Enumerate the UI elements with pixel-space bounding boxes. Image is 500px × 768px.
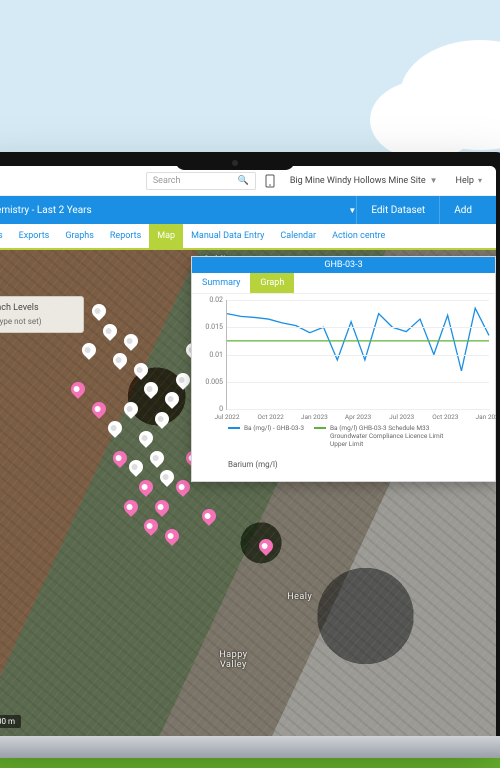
site-selected-label: Big Mine Windy Hollows Mine Site: [290, 176, 426, 186]
popup-tab-graph[interactable]: Graph: [250, 273, 294, 293]
x-tick: Apr 2023: [345, 413, 371, 421]
laptop-notch: [175, 152, 295, 170]
map-pin[interactable]: [131, 360, 151, 380]
x-tick: Oct 2023: [432, 413, 458, 421]
top-header: Search 🔍 Big Mine Windy Hollows Mine Sit…: [0, 166, 496, 196]
add-button[interactable]: Add: [439, 196, 486, 224]
legend-series-a: Ba (mg/l) - GHB-03-3: [244, 424, 304, 432]
map-pin[interactable]: [136, 428, 156, 448]
map-pin[interactable]: [68, 379, 88, 399]
help-label: Help: [456, 176, 474, 186]
tab-map[interactable]: Map: [149, 224, 183, 248]
chart-axis-label: Barium (mg/l): [198, 454, 489, 479]
map-pin[interactable]: [79, 340, 99, 360]
chevron-down-icon: ▼: [348, 206, 356, 215]
map-pin[interactable]: [89, 301, 109, 321]
y-tick: 0.005: [197, 378, 223, 386]
map-pin[interactable]: [162, 526, 182, 546]
map-pin[interactable]: [121, 399, 141, 419]
chart-series-line: [227, 308, 489, 371]
site-selector[interactable]: Big Mine Windy Hollows Mine Site ▼: [284, 173, 444, 189]
chevron-down-icon: ▾: [478, 176, 482, 185]
x-tick: Jan 2024: [476, 413, 496, 421]
map-label-healy: Healy: [287, 592, 312, 602]
popup-title: GHB-03-3: [192, 257, 495, 273]
legend-title: Breach Levels: [0, 303, 75, 313]
popup-tabs: Summary Graph: [192, 273, 495, 294]
chart-legend: Ba (mg/l) - GHB-03-3 Ba (mg/l) GHB-03-3 …: [198, 422, 489, 454]
tab-reports[interactable]: Reports: [102, 224, 149, 248]
app-screen: Search 🔍 Big Mine Windy Hollows Mine Sit…: [0, 166, 496, 738]
legend-series-b: Ba (mg/l) GHB-03-3 Schedule M33 Groundwa…: [330, 424, 454, 448]
tab-exports[interactable]: Exports: [11, 224, 58, 248]
x-tick: Jul 2022: [215, 413, 240, 421]
map-pin[interactable]: [142, 379, 162, 399]
tab-bles[interactable]: bles: [0, 224, 11, 248]
tab-action-centre[interactable]: Action centre: [324, 224, 393, 248]
x-tick: Jul 2023: [389, 413, 414, 421]
add-label: Add: [454, 205, 472, 216]
search-input[interactable]: Search 🔍: [146, 172, 256, 190]
view-tabs: blesExportsGraphsReportsMapManual Data E…: [0, 224, 496, 250]
map-pin[interactable]: [173, 370, 193, 390]
map-pin[interactable]: [121, 331, 141, 351]
popup-tab-summary[interactable]: Summary: [192, 273, 250, 293]
map-pin[interactable]: [152, 497, 172, 517]
tab-manual-data-entry[interactable]: Manual Data Entry: [183, 224, 272, 248]
map-pin[interactable]: [136, 477, 156, 497]
laptop-base: [0, 736, 500, 758]
map-pin[interactable]: [152, 409, 172, 429]
map-pin[interactable]: [147, 448, 167, 468]
map-pin[interactable]: [110, 350, 130, 370]
monitor-popup: GHB-03-3 Summary Graph 00.0050.010.0150.…: [191, 256, 496, 482]
help-menu[interactable]: Help ▾: [450, 173, 488, 189]
y-tick: 0.015: [197, 323, 223, 331]
mobile-icon[interactable]: [262, 173, 278, 189]
map-pin[interactable]: [100, 321, 120, 341]
legend-panel: Breach Levels type not set): [0, 296, 84, 333]
map-scale-bar: 1000 m: [0, 715, 21, 728]
map-pin[interactable]: [105, 419, 125, 439]
dataset-bar: Chemistry - Last 2 Years ▼ Edit Dataset …: [0, 196, 496, 224]
x-tick: Oct 2022: [258, 413, 284, 421]
map-pin[interactable]: [157, 467, 177, 487]
dataset-title: Chemistry - Last 2 Years: [0, 205, 92, 216]
map-pin[interactable]: [110, 448, 130, 468]
map-viewport[interactable]: Soldiers Healy Happy Valley Breach Level…: [0, 250, 496, 738]
map-pin[interactable]: [256, 536, 276, 556]
search-icon: 🔍: [238, 176, 249, 186]
map-pin[interactable]: [126, 458, 146, 478]
chevron-down-icon: ▼: [430, 176, 438, 185]
x-tick: Jan 2023: [301, 413, 328, 421]
tab-calendar[interactable]: Calendar: [272, 224, 324, 248]
edit-dataset-button[interactable]: Edit Dataset: [356, 196, 439, 224]
map-pin[interactable]: [121, 497, 141, 517]
y-tick: 0: [197, 405, 223, 413]
dataset-title-dropdown[interactable]: Chemistry - Last 2 Years ▼: [0, 205, 356, 216]
map-pin[interactable]: [173, 477, 193, 497]
legend-row-label: type not set): [0, 317, 41, 326]
search-placeholder: Search: [153, 176, 181, 186]
chart-plot-area: 00.0050.010.0150.02Jul 2022Oct 2022Jan 2…: [226, 300, 489, 410]
map-pin[interactable]: [142, 516, 162, 536]
laptop-frame: Search 🔍 Big Mine Windy Hollows Mine Sit…: [0, 152, 500, 738]
edit-dataset-label: Edit Dataset: [371, 205, 425, 216]
y-tick: 0.02: [197, 296, 223, 304]
map-pin[interactable]: [199, 506, 219, 526]
tab-graphs[interactable]: Graphs: [57, 224, 102, 248]
map-label-happy-valley: Happy Valley: [219, 650, 247, 670]
y-tick: 0.01: [197, 351, 223, 359]
map-pin[interactable]: [89, 399, 109, 419]
map-pin[interactable]: [162, 389, 182, 409]
